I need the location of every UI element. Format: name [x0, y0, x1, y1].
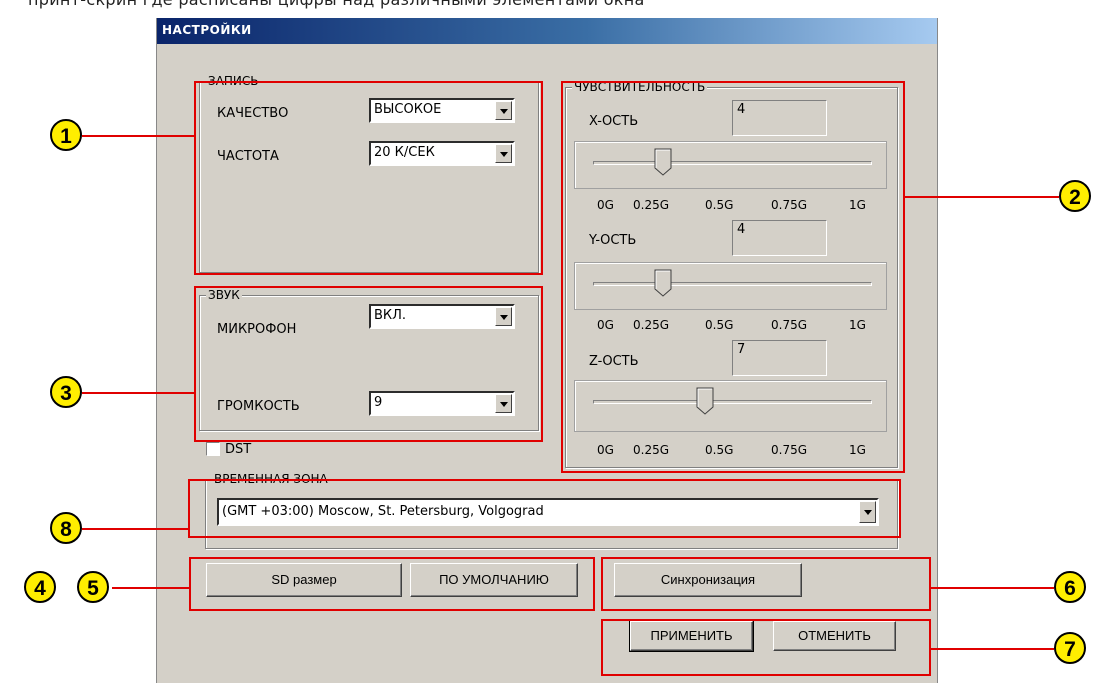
callout-box-7 — [601, 619, 931, 676]
callout-badge-4: 4 — [24, 571, 56, 603]
callout-line-6 — [931, 587, 1054, 589]
callout-badge-6: 6 — [1054, 571, 1086, 603]
callout-line-3 — [82, 392, 194, 394]
callout-line-2 — [905, 196, 1059, 198]
callout-line-1 — [82, 135, 194, 137]
title-bar[interactable]: НАСТРОЙКИ — [157, 18, 937, 44]
callout-line-8 — [82, 528, 188, 530]
top-caption-text: принт-скрин где расписаны цифры над разл… — [28, 0, 645, 9]
dst-checkbox[interactable] — [206, 442, 220, 456]
callout-box-1 — [194, 81, 543, 275]
callout-badge-5: 5 — [77, 571, 109, 603]
callout-badge-2: 2 — [1059, 180, 1091, 212]
callout-badge-7: 7 — [1054, 632, 1086, 664]
callout-box-8 — [188, 479, 901, 538]
callout-badge-3: 3 — [50, 376, 82, 408]
callout-badge-8: 8 — [50, 512, 82, 544]
callout-badge-1: 1 — [50, 119, 82, 151]
top-caption: принт-скрин где расписаны цифры над разл… — [0, 0, 830, 14]
callout-box-4-5 — [189, 557, 595, 611]
callout-line-4-5 — [112, 587, 189, 589]
callout-box-2 — [561, 81, 905, 473]
callout-line-7 — [931, 648, 1054, 650]
callout-box-6 — [601, 557, 931, 611]
dst-label: DST — [225, 442, 252, 457]
window-title: НАСТРОЙКИ — [162, 23, 252, 37]
callout-box-3 — [194, 286, 543, 442]
